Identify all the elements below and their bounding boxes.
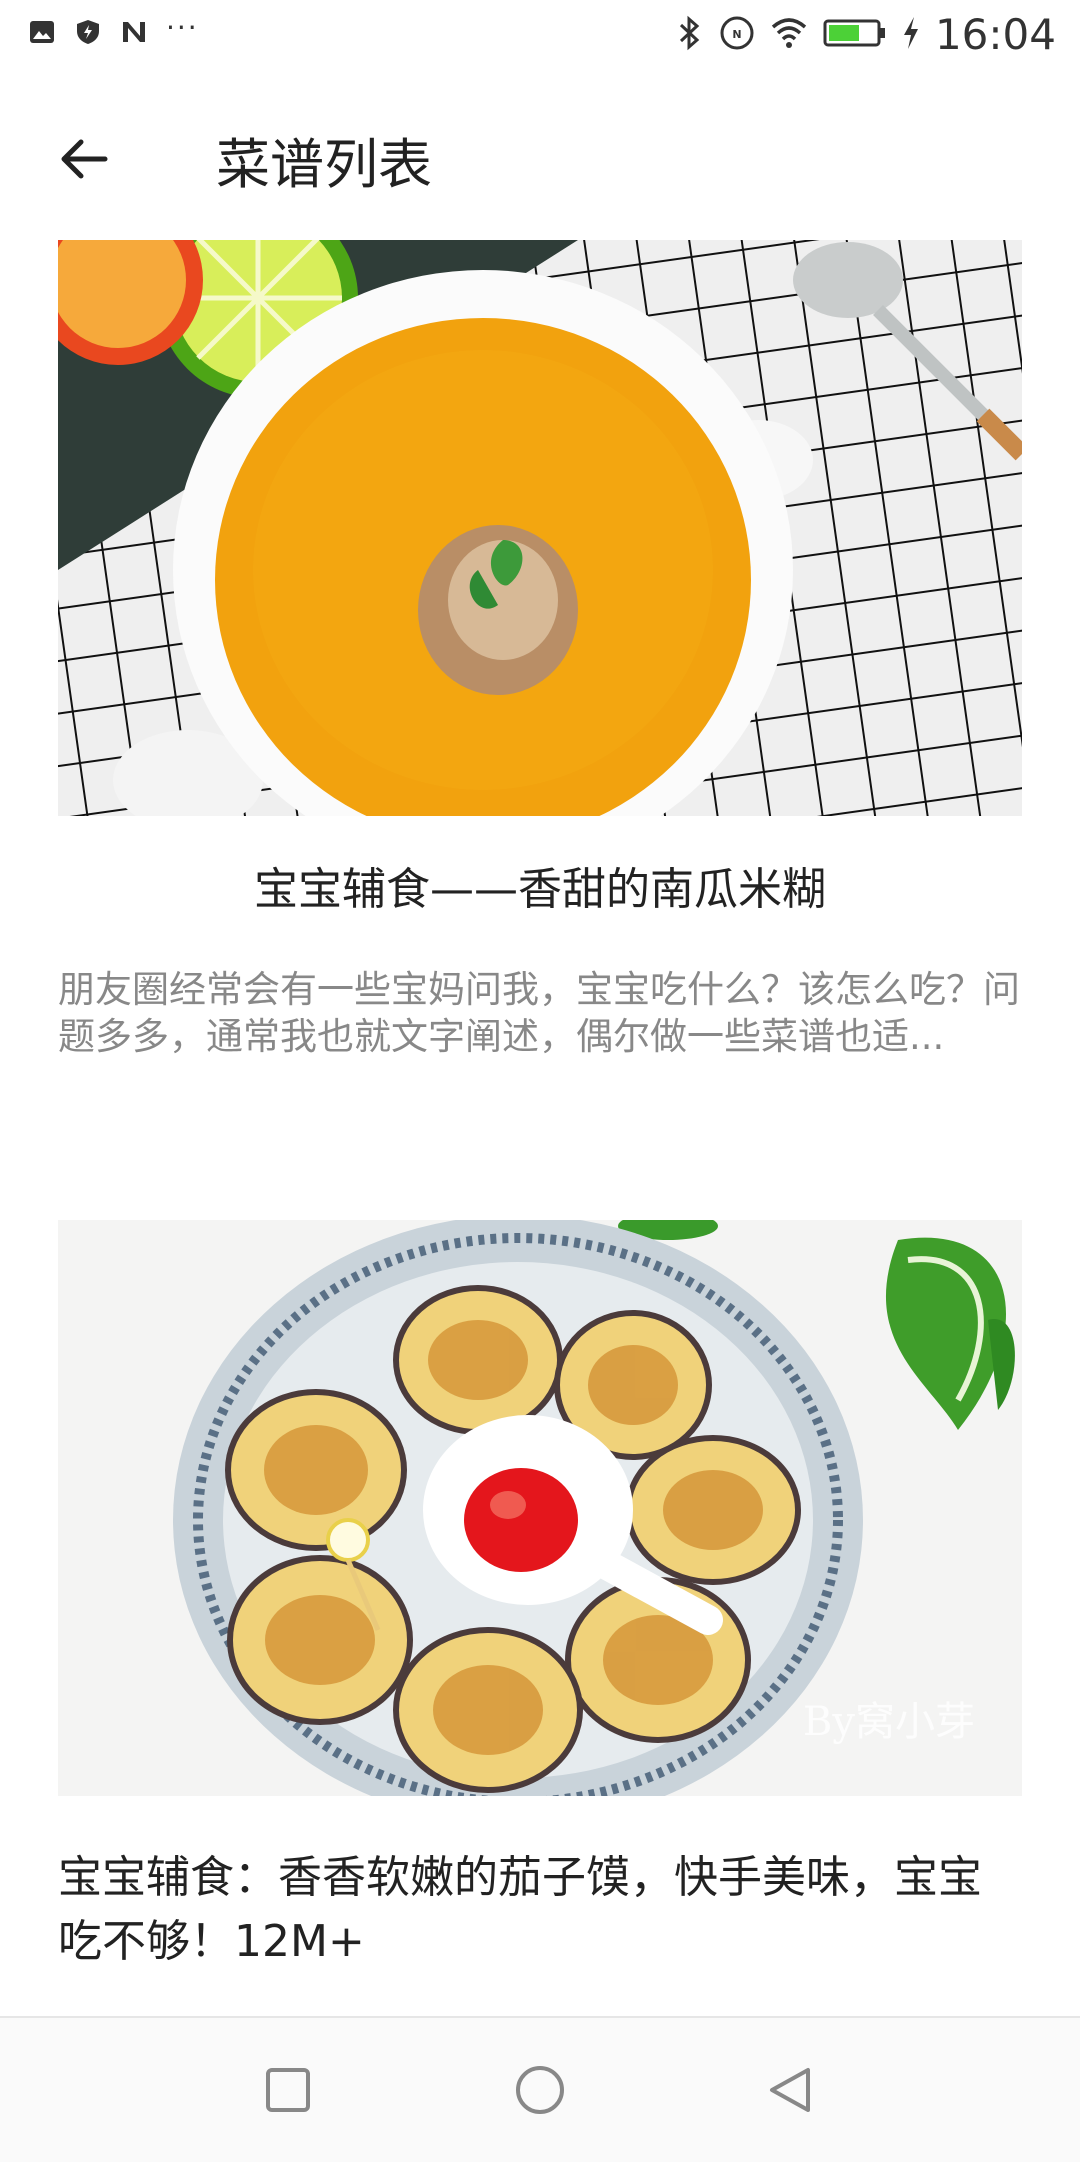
- status-bar-left: ···: [28, 11, 199, 46]
- square-icon: [266, 2068, 310, 2112]
- battery-icon: [823, 17, 887, 53]
- recipe-description: 朋友圈经常会有一些宝妈问我，宝宝吃什么？该怎么吃？问题多多，通常我也就文字阐述，…: [58, 968, 1020, 1058]
- nfc-icon: N: [719, 15, 755, 55]
- home-button[interactable]: [508, 2058, 572, 2122]
- photo-watermark: By窝小芽: [803, 1699, 975, 1745]
- status-bar: ··· N 16:04: [0, 0, 1080, 72]
- clock: 16:04: [934, 10, 1056, 59]
- wifi-icon: [769, 15, 809, 55]
- circle-icon: [516, 2066, 564, 2114]
- system-nav-bar: [0, 2016, 1080, 2162]
- status-bar-right: N 16:04: [675, 10, 1056, 59]
- shield-icon: [74, 18, 102, 46]
- pumpkin-soup-photo[interactable]: [58, 240, 1022, 816]
- triangle-back-icon: [770, 2068, 810, 2112]
- eggplant-pancake-photo[interactable]: By窝小芽: [58, 1220, 1022, 1796]
- recipe-title[interactable]: 宝宝辅食——香甜的南瓜米糊: [58, 858, 1022, 922]
- back-nav-button[interactable]: [758, 2058, 822, 2122]
- recipe-card[interactable]: By窝小芽 宝宝辅食：香香软嫩的茄子馍，快手美味，宝宝吃不够！12M+: [58, 1220, 1022, 1974]
- page-title: 菜谱列表: [216, 133, 432, 196]
- app-bar: 菜谱列表: [0, 72, 1080, 240]
- image-icon: [28, 18, 56, 46]
- bluetooth-icon: [675, 15, 705, 55]
- svg-text:N: N: [732, 28, 741, 41]
- arrow-left-icon: [61, 139, 108, 179]
- recipe-card[interactable]: 宝宝辅食——香甜的南瓜米糊 朋友圈经常会有一些宝妈问我，宝宝吃什么？该怎么吃？问…: [58, 240, 1022, 1060]
- recent-apps-button[interactable]: [256, 2058, 320, 2122]
- n-app-icon: [120, 18, 148, 46]
- more-notifications: ···: [166, 10, 199, 44]
- charging-icon: [901, 15, 921, 55]
- recipe-title[interactable]: 宝宝辅食：香香软嫩的茄子馍，快手美味，宝宝吃不够！12M+: [58, 1846, 1022, 1974]
- back-button[interactable]: [48, 124, 118, 194]
